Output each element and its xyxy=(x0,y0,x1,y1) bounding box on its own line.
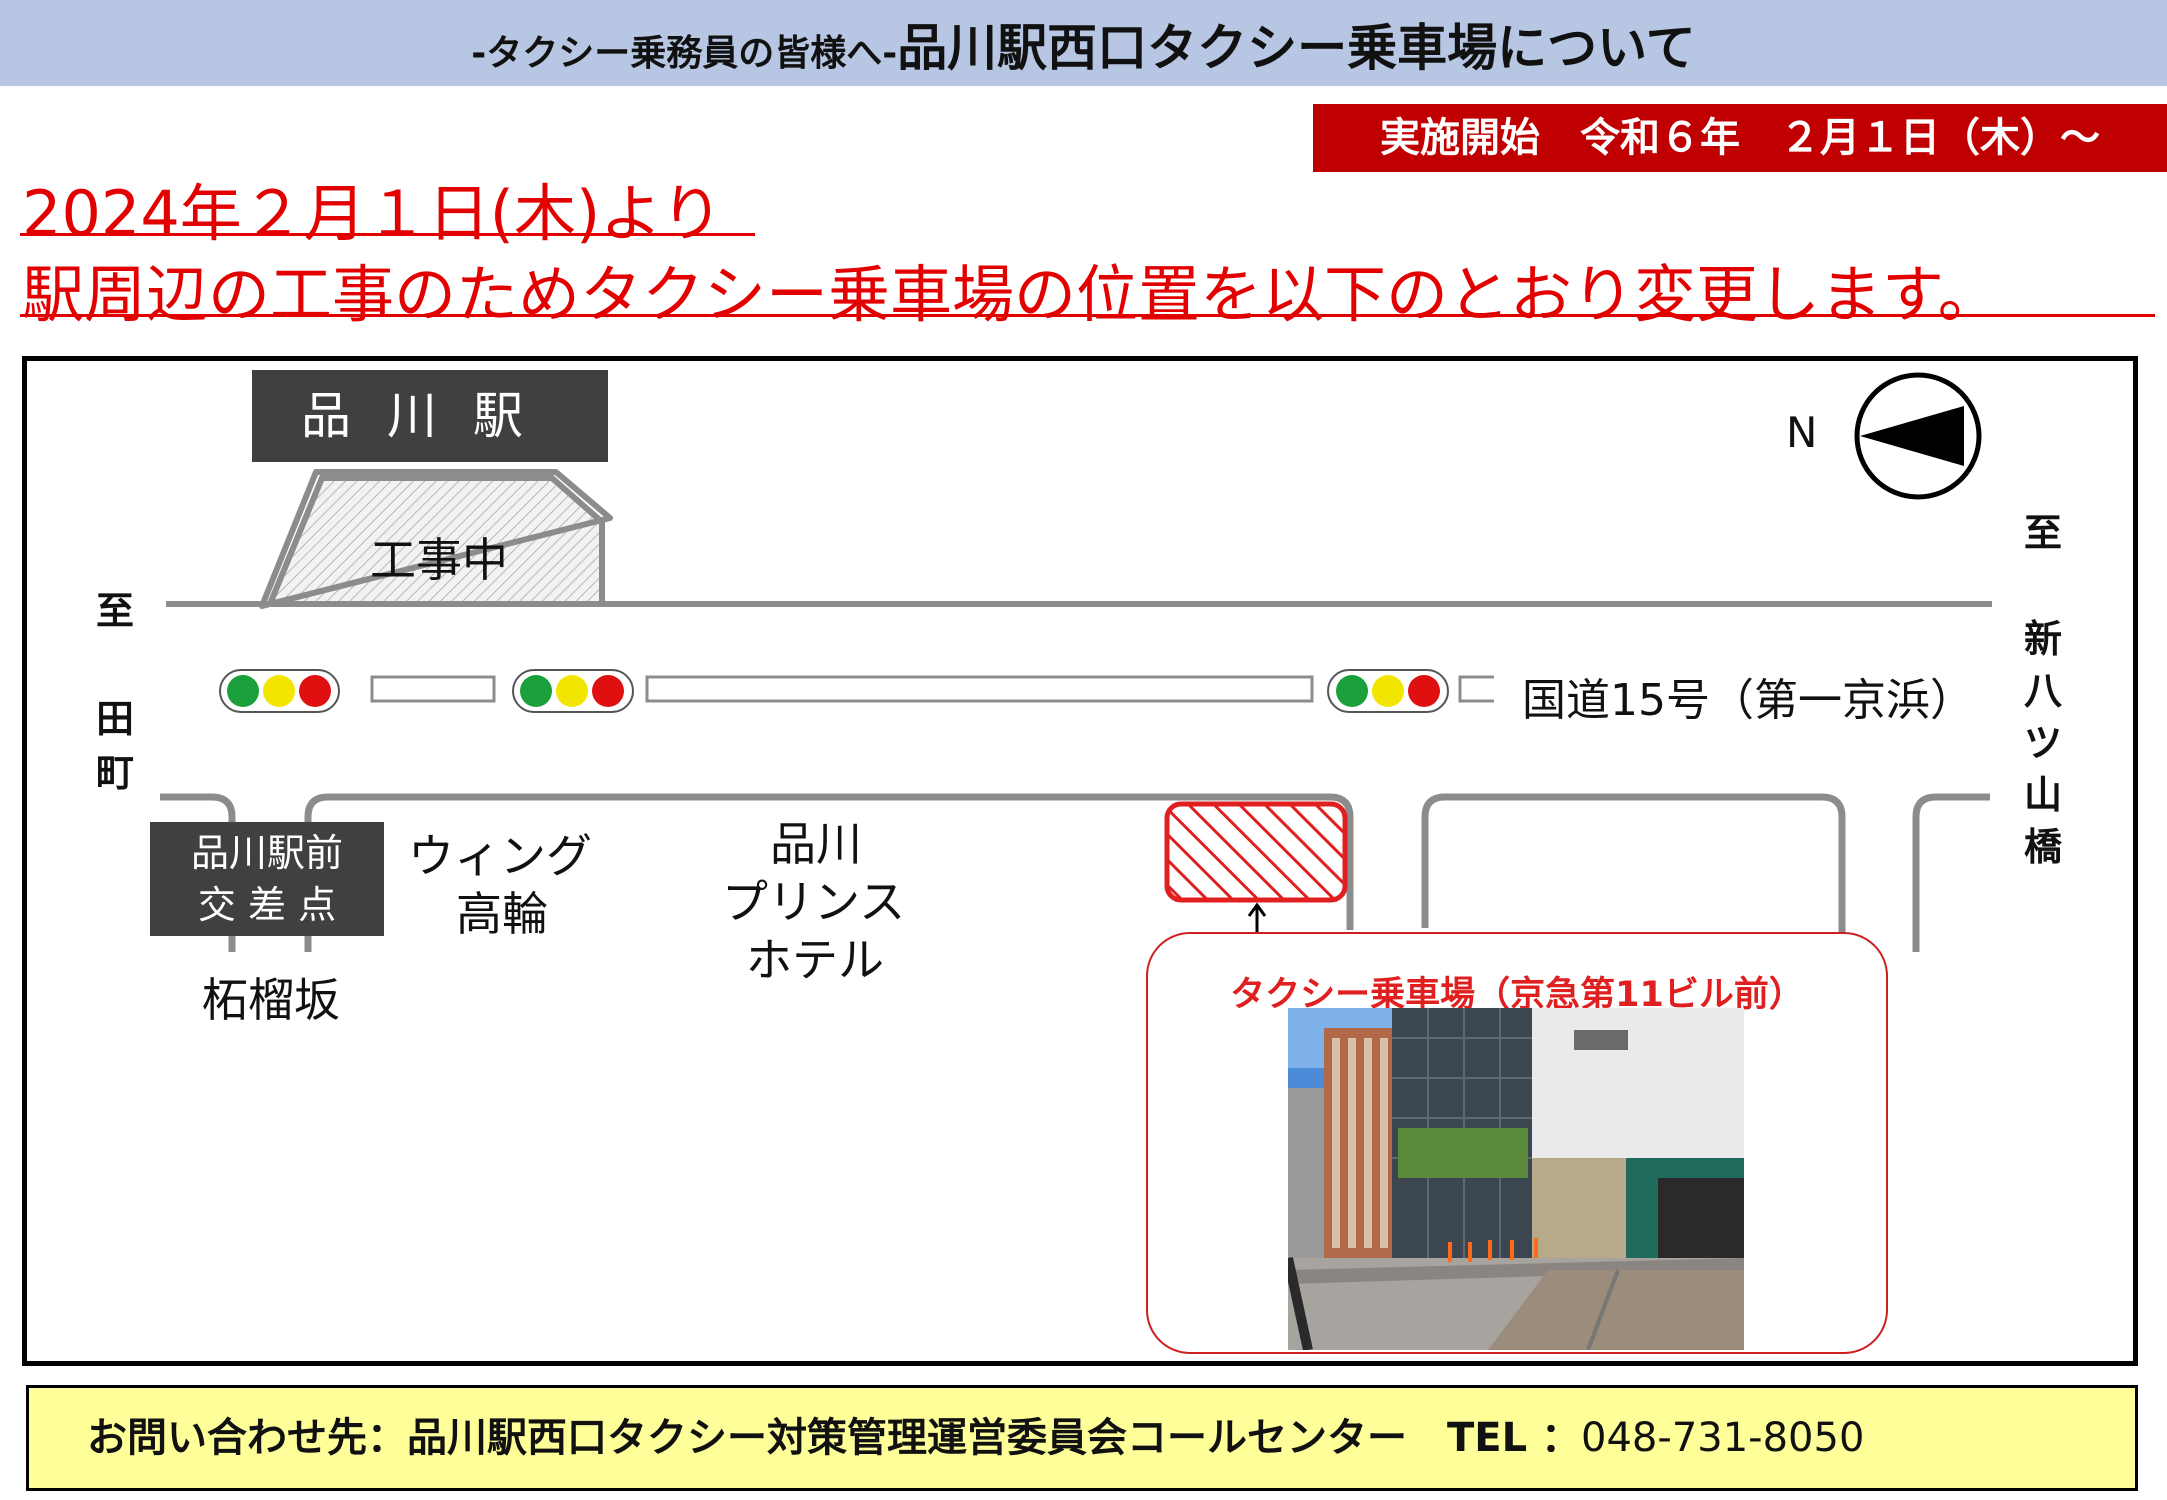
direction-left-name-2: 町 xyxy=(96,751,135,795)
contact-tel-label: TEL ： xyxy=(1447,1415,1582,1461)
direction-left-name-1: 田 xyxy=(96,697,135,741)
traffic-signal xyxy=(512,669,634,713)
median-strip xyxy=(1458,675,1494,703)
direction-left-to: 至 xyxy=(96,589,135,633)
contact-text: お問い合わせ先：品川駅西口タクシー対策管理運営委員会コールセンター xyxy=(87,1415,1407,1461)
taxi-stand-arrow xyxy=(1247,902,1267,934)
building-label-prince-2: プリンス xyxy=(722,875,906,929)
traffic-signal xyxy=(1327,669,1449,713)
direction-right-to: 至 xyxy=(2024,511,2063,555)
road-name-label: 国道15号（第一京浜） xyxy=(1522,675,1974,726)
direction-right-name-2: 八 xyxy=(2024,669,2063,713)
intersection-label-box: 品川駅前 交 差 点 xyxy=(150,822,384,936)
traffic-signal xyxy=(219,669,340,713)
north-label: N xyxy=(1786,408,1818,457)
contact-footer: お問い合わせ先：品川駅西口タクシー対策管理運営委員会コールセンター TEL ：04… xyxy=(26,1385,2138,1491)
intersection-suffix: 交 差 点 xyxy=(197,883,337,927)
building-label-prince-1: 品川 xyxy=(770,817,862,871)
taxi-stand-photo xyxy=(1288,1008,1744,1350)
direction-right-name-5: 橋 xyxy=(2024,825,2063,869)
compass-north-icon xyxy=(1854,372,1982,500)
building-label-wing-1: ウィング xyxy=(408,829,592,883)
direction-right-name-3: ツ xyxy=(2024,721,2063,765)
construction-label: 工事中 xyxy=(370,533,508,587)
taxi-stand-zone xyxy=(1164,801,1348,903)
building-label-wing-2: 高輪 xyxy=(456,887,548,941)
station-name-box: 品川駅 xyxy=(252,370,608,462)
street-name-label: 柘榴坂 xyxy=(202,973,340,1027)
median-strip xyxy=(370,675,496,703)
contact-tel-number[interactable]: 048-731-8050 xyxy=(1581,1415,1864,1461)
direction-right-name-1: 新 xyxy=(2024,617,2063,661)
building-label-prince-3: ホテル xyxy=(746,933,884,987)
direction-right-name-4: 山 xyxy=(2024,773,2063,817)
intersection-name: 品川駅前 xyxy=(190,831,343,875)
median-strip xyxy=(645,675,1314,703)
